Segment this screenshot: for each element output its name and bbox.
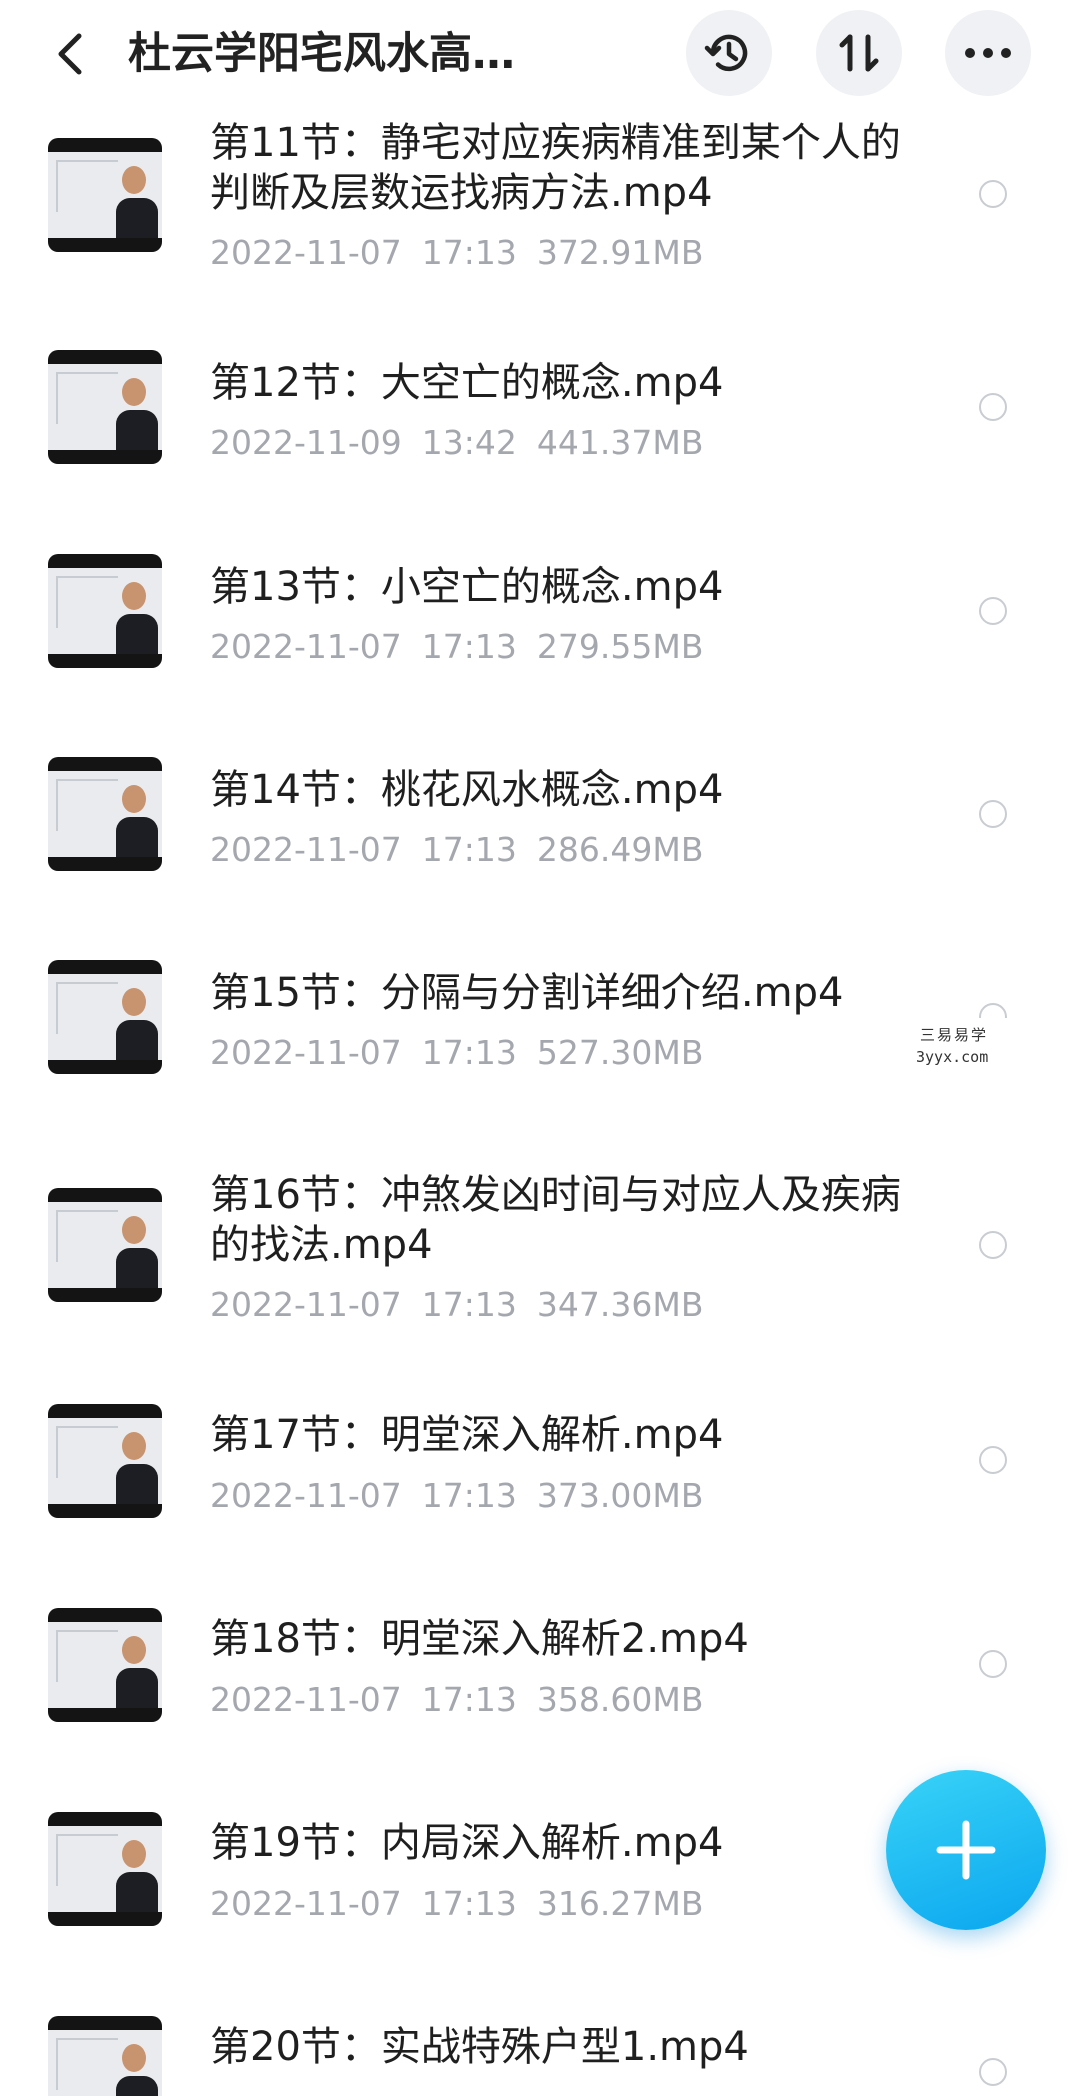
select-radio[interactable] (979, 1446, 1007, 1474)
file-size: 279.55MB (536, 627, 704, 666)
file-date: 2022-11-07 (210, 830, 402, 869)
history-button[interactable] (686, 10, 772, 96)
file-time: 17:13 (421, 1476, 517, 1515)
file-row[interactable]: 第17节：明堂深入解析.mp4 2022-11-07 17:13 373.00MB (0, 1378, 1080, 1538)
file-time: 17:13 (421, 1285, 517, 1324)
video-thumbnail (48, 960, 162, 1074)
watermark-line1: 三易易学 (920, 1026, 989, 1044)
sort-icon (839, 34, 879, 72)
file-name: 第17节：明堂深入解析.mp4 (210, 1412, 724, 1458)
file-meta: 2022-11-07 17:13 358.60MB (210, 1680, 910, 1720)
file-size: 373.00MB (536, 1476, 704, 1515)
video-thumbnail (48, 2016, 162, 2096)
file-date: 2022-11-09 (210, 423, 402, 462)
watermark: 三易易学 3yyx.com (808, 1018, 1080, 1074)
add-button[interactable] (886, 1770, 1046, 1930)
top-bar: 杜云学阳宅风水高… (0, 0, 1080, 118)
file-size: 372.91MB (536, 233, 704, 272)
file-row[interactable]: 第14节：桃花风水概念.mp4 2022-11-07 17:13 286.49MB (0, 727, 1080, 887)
file-date: 2022-11-07 (210, 1884, 402, 1923)
file-row[interactable]: 第13节：小空亡的概念.mp4 2022-11-07 17:13 279.55MB (0, 524, 1080, 684)
file-size: 358.60MB (536, 1680, 704, 1719)
file-date: 2022-11-07 (210, 1285, 402, 1324)
back-button[interactable] (40, 22, 100, 86)
video-thumbnail (48, 138, 162, 252)
file-time: 17:13 (421, 1680, 517, 1719)
file-row[interactable]: 第12节：大空亡的概念.mp4 2022-11-09 13:42 441.37MB (0, 320, 1080, 480)
file-meta: 2022-11-07 17:13 316.27MB (210, 1884, 910, 1924)
file-meta: 2022-11-07 17:13 527.30MB (210, 1033, 910, 1073)
history-icon (704, 34, 748, 72)
file-date: 2022-11-07 (210, 627, 402, 666)
file-size: 286.49MB (536, 830, 704, 869)
video-thumbnail (48, 757, 162, 871)
page-title: 杜云学阳宅风水高… (128, 29, 515, 79)
file-name: 第16节：冲煞发凶时间与对应人及疾病的找法.mp4 (210, 1172, 901, 1268)
file-time: 17:13 (421, 1033, 517, 1072)
file-size: 316.27MB (536, 1884, 704, 1923)
select-radio[interactable] (979, 800, 1007, 828)
file-name: 第12节：大空亡的概念.mp4 (210, 360, 724, 406)
file-size: 527.30MB (536, 1033, 704, 1072)
select-radio[interactable] (979, 1231, 1007, 1259)
video-thumbnail (48, 1188, 162, 1302)
video-thumbnail (48, 554, 162, 668)
more-icon (965, 48, 1011, 58)
select-radio[interactable] (979, 597, 1007, 625)
video-thumbnail (48, 1608, 162, 1722)
file-meta: 2022-11-07 17:13 372.91MB (210, 233, 910, 273)
file-meta: 2022-11-07 17:13 373.00MB (210, 1476, 910, 1516)
chevron-left-icon (58, 33, 82, 75)
file-name: 第11节：静宅对应疾病精准到某个人的判断及层数运找病方法.mp4 (210, 120, 901, 216)
video-thumbnail (48, 350, 162, 464)
select-radio[interactable] (979, 180, 1007, 208)
file-time: 17:13 (421, 233, 517, 272)
watermark-line2: 3yyx.com (916, 1048, 989, 1066)
more-button[interactable] (945, 10, 1031, 96)
file-size: 441.37MB (536, 423, 704, 462)
video-thumbnail (48, 1812, 162, 1926)
file-date: 2022-11-07 (210, 233, 402, 272)
file-name: 第18节：明堂深入解析2.mp4 (210, 1616, 749, 1662)
file-meta: 2022-11-07 17:13 347.36MB (210, 1285, 910, 1325)
file-date: 2022-11-07 (210, 1033, 402, 1072)
file-time: 17:13 (421, 1884, 517, 1923)
video-thumbnail (48, 1404, 162, 1518)
file-name: 第13节：小空亡的概念.mp4 (210, 564, 724, 610)
file-name: 第19节：内局深入解析.mp4 (210, 1820, 724, 1866)
sort-button[interactable] (816, 10, 902, 96)
file-size: 347.36MB (536, 1285, 704, 1324)
file-date: 2022-11-07 (210, 1680, 402, 1719)
file-meta: 2022-11-07 17:13 286.49MB (210, 830, 910, 870)
file-time: 17:13 (421, 830, 517, 869)
file-time: 13:42 (421, 423, 517, 462)
plus-icon (936, 1820, 996, 1880)
select-radio[interactable] (979, 393, 1007, 421)
file-time: 17:13 (421, 627, 517, 666)
file-row[interactable]: 第18节：明堂深入解析2.mp4 2022-11-07 17:13 358.60MB (0, 1582, 1080, 1742)
file-name: 第15节：分隔与分割详细介绍.mp4 (210, 970, 844, 1016)
select-radio[interactable] (979, 1650, 1007, 1678)
file-name: 第20节：实战特殊户型1.mp4 (210, 2024, 749, 2070)
file-meta: 2022-11-09 13:42 441.37MB (210, 423, 910, 463)
select-radio[interactable] (979, 2058, 1007, 2086)
file-meta: 2022-11-07 17:13 279.55MB (210, 627, 910, 667)
file-row[interactable]: 第16节：冲煞发凶时间与对应人及疾病的找法.mp4 2022-11-07 17:1… (0, 1150, 1080, 1350)
file-date: 2022-11-07 (210, 1476, 402, 1515)
file-name: 第14节：桃花风水概念.mp4 (210, 767, 724, 813)
file-row[interactable]: 第20节：实战特殊户型1.mp4 (0, 1990, 1080, 2096)
